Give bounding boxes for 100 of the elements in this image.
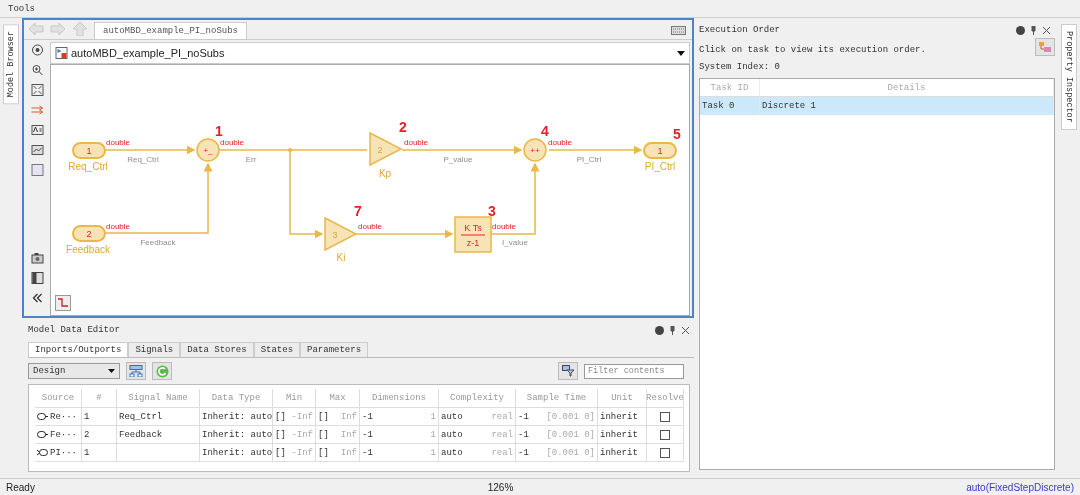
discrete-integrator-block: K Ts z-1 [454, 216, 492, 253]
inport-block: 2 [72, 225, 106, 242]
checkbox[interactable] [660, 411, 670, 422]
table-cell: -1 [0.001 0] [516, 426, 598, 444]
arrows-icon[interactable] [30, 104, 44, 116]
block-name: Feedback [66, 244, 110, 255]
checkbox[interactable] [660, 447, 670, 458]
table-cell: -1 1 [360, 444, 439, 462]
inport-icon [37, 413, 48, 420]
dropdown-caret-icon[interactable] [677, 50, 685, 56]
table-cell: Inherit: auto [200, 444, 273, 462]
table-cell: -1 1 [360, 426, 439, 444]
close-icon[interactable] [1042, 25, 1051, 35]
signal-name: I_value [502, 238, 528, 247]
menu-item[interactable]: Tools [8, 3, 35, 14]
table-cell: 1 [82, 444, 117, 462]
checkbox[interactable] [660, 429, 670, 440]
image-icon[interactable] [30, 144, 44, 156]
close-icon[interactable] [681, 325, 690, 335]
signal-name: PI_Ctrl [576, 155, 602, 164]
editor-tab[interactable]: autoMBD_example_PI_noSubs [94, 22, 248, 39]
table-cell: [] Inf [316, 408, 360, 426]
tab[interactable]: Data Stores [180, 342, 254, 357]
signal-name: Err [245, 155, 257, 164]
block-name: Ki [336, 252, 346, 263]
table-cell: -1 1 [360, 408, 439, 426]
signal-name: P_value [443, 155, 473, 164]
table-cell: inherit [598, 444, 647, 462]
tab[interactable]: Parameters [300, 342, 369, 357]
table-cell: [] -Inf [273, 444, 316, 462]
block-name: Kp [378, 168, 392, 179]
filter-button[interactable] [558, 362, 578, 380]
block-name: PI_Ctrl [644, 161, 676, 172]
execution-order-number: 4 [541, 123, 549, 139]
blocks-icon [1038, 41, 1052, 53]
execution-order-number: 7 [354, 203, 362, 219]
pin-icon[interactable] [668, 325, 677, 335]
block-name: Req_Ctrl [68, 161, 108, 172]
camera-icon[interactable] [30, 252, 44, 264]
signal-name: Req_Ctrl [127, 155, 159, 164]
outport-icon [37, 449, 48, 456]
signal-name: Feedback [140, 238, 176, 247]
table-cell: auto real [439, 444, 516, 462]
sum-block: ++ [523, 138, 547, 162]
branch-point [288, 148, 292, 152]
table-cell: [] -Inf [273, 426, 316, 444]
status-text: Ready [6, 481, 35, 493]
data-type-label: double [404, 138, 429, 147]
table-cell: [] Inf [316, 426, 360, 444]
table-cell: PI··· [35, 444, 82, 462]
table-cell: 2 [82, 426, 117, 444]
tab[interactable]: Signals [128, 342, 181, 357]
zoom-icon[interactable] [30, 64, 44, 76]
keyboard-icon[interactable] [671, 26, 686, 35]
annotation-icon[interactable] [30, 124, 44, 136]
table-cell: inherit [598, 408, 647, 426]
table-cell: Fe··· [35, 426, 82, 444]
table-cell[interactable]: Discrete 1 [760, 97, 1054, 115]
table-cell: -1 [0.001 0] [516, 444, 598, 462]
table-cell: [] Inf [316, 444, 360, 462]
table-cell[interactable]: Task 0 [700, 97, 760, 115]
dock-tab[interactable]: Property Inspector [1061, 24, 1077, 130]
table-cell: Inherit: auto [200, 426, 273, 444]
data-type-label: double [548, 138, 573, 147]
execution-order-number: 5 [673, 126, 681, 142]
solver-link[interactable]: auto(FixedStepDiscrete) [966, 481, 1074, 493]
view-dropdown[interactable]: Design [28, 363, 120, 379]
layout-icon[interactable] [30, 272, 44, 284]
data-type-label: double [220, 138, 245, 147]
dock-tab[interactable]: Model Browser [3, 24, 19, 105]
system-index: System Index: 0 [699, 62, 781, 72]
pin-icon[interactable] [1029, 25, 1038, 35]
tab[interactable]: Inports/Outports [28, 342, 129, 357]
tab[interactable]: States [253, 342, 301, 357]
table-cell: auto real [439, 408, 516, 426]
table-cell: Inherit: auto [200, 408, 273, 426]
fit-view-icon[interactable] [30, 84, 44, 96]
model-path: autoMBD_example_PI_noSubs [71, 47, 225, 59]
data-type-label: double [358, 222, 383, 231]
step-icon[interactable] [55, 295, 71, 311]
collapse-icon[interactable] [30, 292, 44, 304]
table-cell: Req_Ctrl [117, 408, 200, 426]
model-icon [55, 47, 68, 59]
data-type-label: double [492, 222, 517, 231]
execution-order-number: 1 [215, 123, 223, 139]
sum-block: +_ [196, 138, 220, 162]
gain-block: 3 [324, 216, 358, 252]
outport-block: 1 [643, 142, 677, 159]
hide-show-icon[interactable] [30, 44, 44, 56]
area-icon[interactable] [30, 164, 44, 176]
filter-field[interactable]: Filter contents [584, 363, 684, 379]
inport-block: 1 [72, 142, 106, 159]
data-type-label: double [106, 222, 131, 231]
table-cell: Re··· [35, 408, 82, 426]
panel-title: Execution Order [699, 25, 780, 35]
inport-icon [37, 431, 48, 438]
hierarchy-button[interactable] [126, 362, 146, 380]
gain-block: 2 [369, 131, 403, 167]
table-cell: inherit [598, 426, 647, 444]
table-cell: Feedback [117, 426, 200, 444]
